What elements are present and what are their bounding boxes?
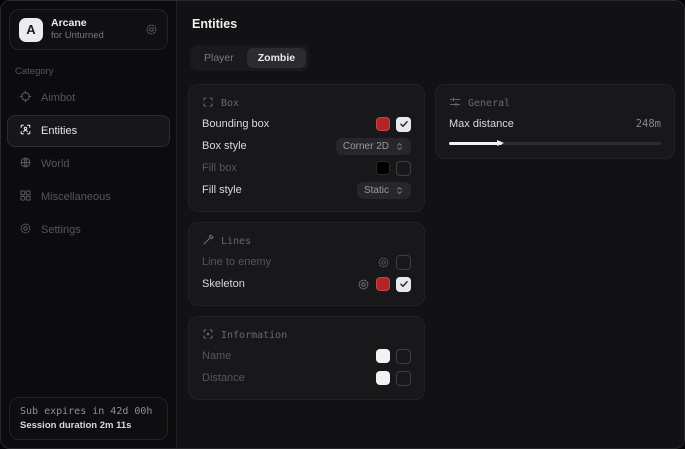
sliders-icon (449, 96, 461, 111)
color-swatch[interactable] (376, 117, 390, 131)
panel-information-header: Information (202, 325, 411, 345)
right-column: General Max distance 248m (435, 84, 675, 159)
sidebar-item-label: Miscellaneous (41, 191, 111, 203)
subscription-card: Sub expires in 42d 00h Session duration … (9, 397, 168, 440)
setting-label: Bounding box (202, 118, 269, 130)
app-header-card: A Arcane for Unturned (9, 9, 168, 50)
sidebar-item-label: Settings (41, 224, 81, 236)
panel-general-header: General (449, 93, 661, 113)
panel-lines-header: Lines (202, 231, 411, 251)
setting-row-box-style: Box style Corner 2D (202, 135, 411, 157)
checkbox-unchecked[interactable] (396, 161, 411, 176)
max-distance-slider[interactable] (449, 138, 661, 148)
gear-icon[interactable] (357, 278, 370, 291)
layout-grid-icon (19, 189, 32, 205)
setting-row-line-to-enemy: Line to enemy (202, 251, 411, 273)
sub-expiry-text: Sub expires in 42d 00h (20, 406, 157, 417)
sidebar-item-label: Entities (41, 125, 77, 137)
page-title: Entities (192, 17, 675, 31)
panel-header-label: Lines (221, 236, 251, 247)
checkbox-checked[interactable] (396, 117, 411, 132)
left-column: Box Bounding box Box style (188, 84, 425, 400)
setting-row-distance: Distance (202, 367, 411, 389)
sidebar-item-aimbot[interactable]: Aimbot (7, 82, 170, 114)
color-swatch[interactable] (376, 349, 390, 363)
main-content: Entities Player Zombie Box (176, 1, 684, 448)
setting-label: Distance (202, 372, 245, 384)
panel-general: General Max distance 248m (435, 84, 675, 159)
sidebar: A Arcane for Unturned Category Aimbo (1, 1, 176, 448)
panel-box-header: Box (202, 93, 411, 113)
pencil-line-icon (202, 234, 214, 249)
setting-label: Fill style (202, 184, 242, 196)
sidebar-item-miscellaneous[interactable]: Miscellaneous (7, 181, 170, 213)
tab-zombie[interactable]: Zombie (247, 48, 306, 68)
sidebar-item-world[interactable]: World (7, 148, 170, 180)
app-logo-letter: A (26, 22, 35, 37)
app-window: A Arcane for Unturned Category Aimbo (0, 0, 685, 449)
chevrons-up-down-icon (395, 142, 404, 151)
setting-label: Name (202, 350, 231, 362)
dropdown-value: Static (364, 185, 389, 196)
crosshair-icon (19, 90, 32, 106)
setting-label: Skeleton (202, 278, 245, 290)
entity-scan-icon (19, 123, 32, 139)
checkbox-unchecked[interactable] (396, 349, 411, 364)
panel-lines: Lines Line to enemy Skeleton (188, 222, 425, 306)
panel-header-label: General (468, 98, 510, 109)
slider-fill (449, 142, 502, 145)
sidebar-nav: Aimbot Entities World (1, 82, 176, 247)
session-duration-text: Session duration 2m 11s (20, 420, 157, 431)
category-label: Category (15, 66, 162, 77)
app-titles: Arcane for Unturned (51, 17, 104, 42)
box-style-dropdown[interactable]: Corner 2D (336, 138, 411, 155)
settings-columns: Box Bounding box Box style (188, 84, 675, 400)
setting-row-skeleton: Skeleton (202, 273, 411, 295)
scan-dot-icon (202, 328, 214, 343)
setting-label: Max distance (449, 118, 514, 130)
setting-row-fill-style: Fill style Static (202, 179, 411, 201)
slider-thumb[interactable] (497, 140, 504, 146)
setting-row-bounding-box: Bounding box (202, 113, 411, 135)
color-swatch[interactable] (376, 277, 390, 291)
sidebar-item-entities[interactable]: Entities (7, 115, 170, 147)
globe-icon (19, 156, 32, 172)
app-title: Arcane (51, 17, 104, 30)
setting-row-name: Name (202, 345, 411, 367)
panel-header-label: Box (221, 98, 239, 109)
chevrons-up-down-icon (395, 186, 404, 195)
max-distance-value: 248m (636, 118, 661, 130)
sidebar-item-label: Aimbot (41, 92, 75, 104)
dropdown-value: Corner 2D (343, 141, 389, 152)
app-logo: A (19, 18, 43, 42)
setting-row-max-distance: Max distance 248m (449, 113, 661, 135)
color-swatch[interactable] (376, 161, 390, 175)
checkbox-checked[interactable] (396, 277, 411, 292)
panel-header-label: Information (221, 330, 287, 341)
setting-label: Line to enemy (202, 256, 271, 268)
checkbox-unchecked[interactable] (396, 255, 411, 270)
sidebar-item-settings[interactable]: Settings (7, 214, 170, 246)
app-subtitle: for Unturned (51, 30, 104, 42)
gear-icon[interactable] (145, 23, 158, 36)
checkbox-unchecked[interactable] (396, 371, 411, 386)
tab-bar: Player Zombie (190, 45, 309, 71)
setting-label: Fill box (202, 162, 237, 174)
gear-icon (19, 222, 32, 238)
panel-information: Information Name Distance (188, 316, 425, 400)
box-corners-icon (202, 96, 214, 111)
tab-player[interactable]: Player (193, 48, 245, 68)
gear-icon[interactable] (377, 256, 390, 269)
fill-style-dropdown[interactable]: Static (357, 182, 411, 199)
color-swatch[interactable] (376, 371, 390, 385)
setting-row-fill-box: Fill box (202, 157, 411, 179)
sidebar-item-label: World (41, 158, 70, 170)
panel-box: Box Bounding box Box style (188, 84, 425, 212)
setting-label: Box style (202, 140, 247, 152)
